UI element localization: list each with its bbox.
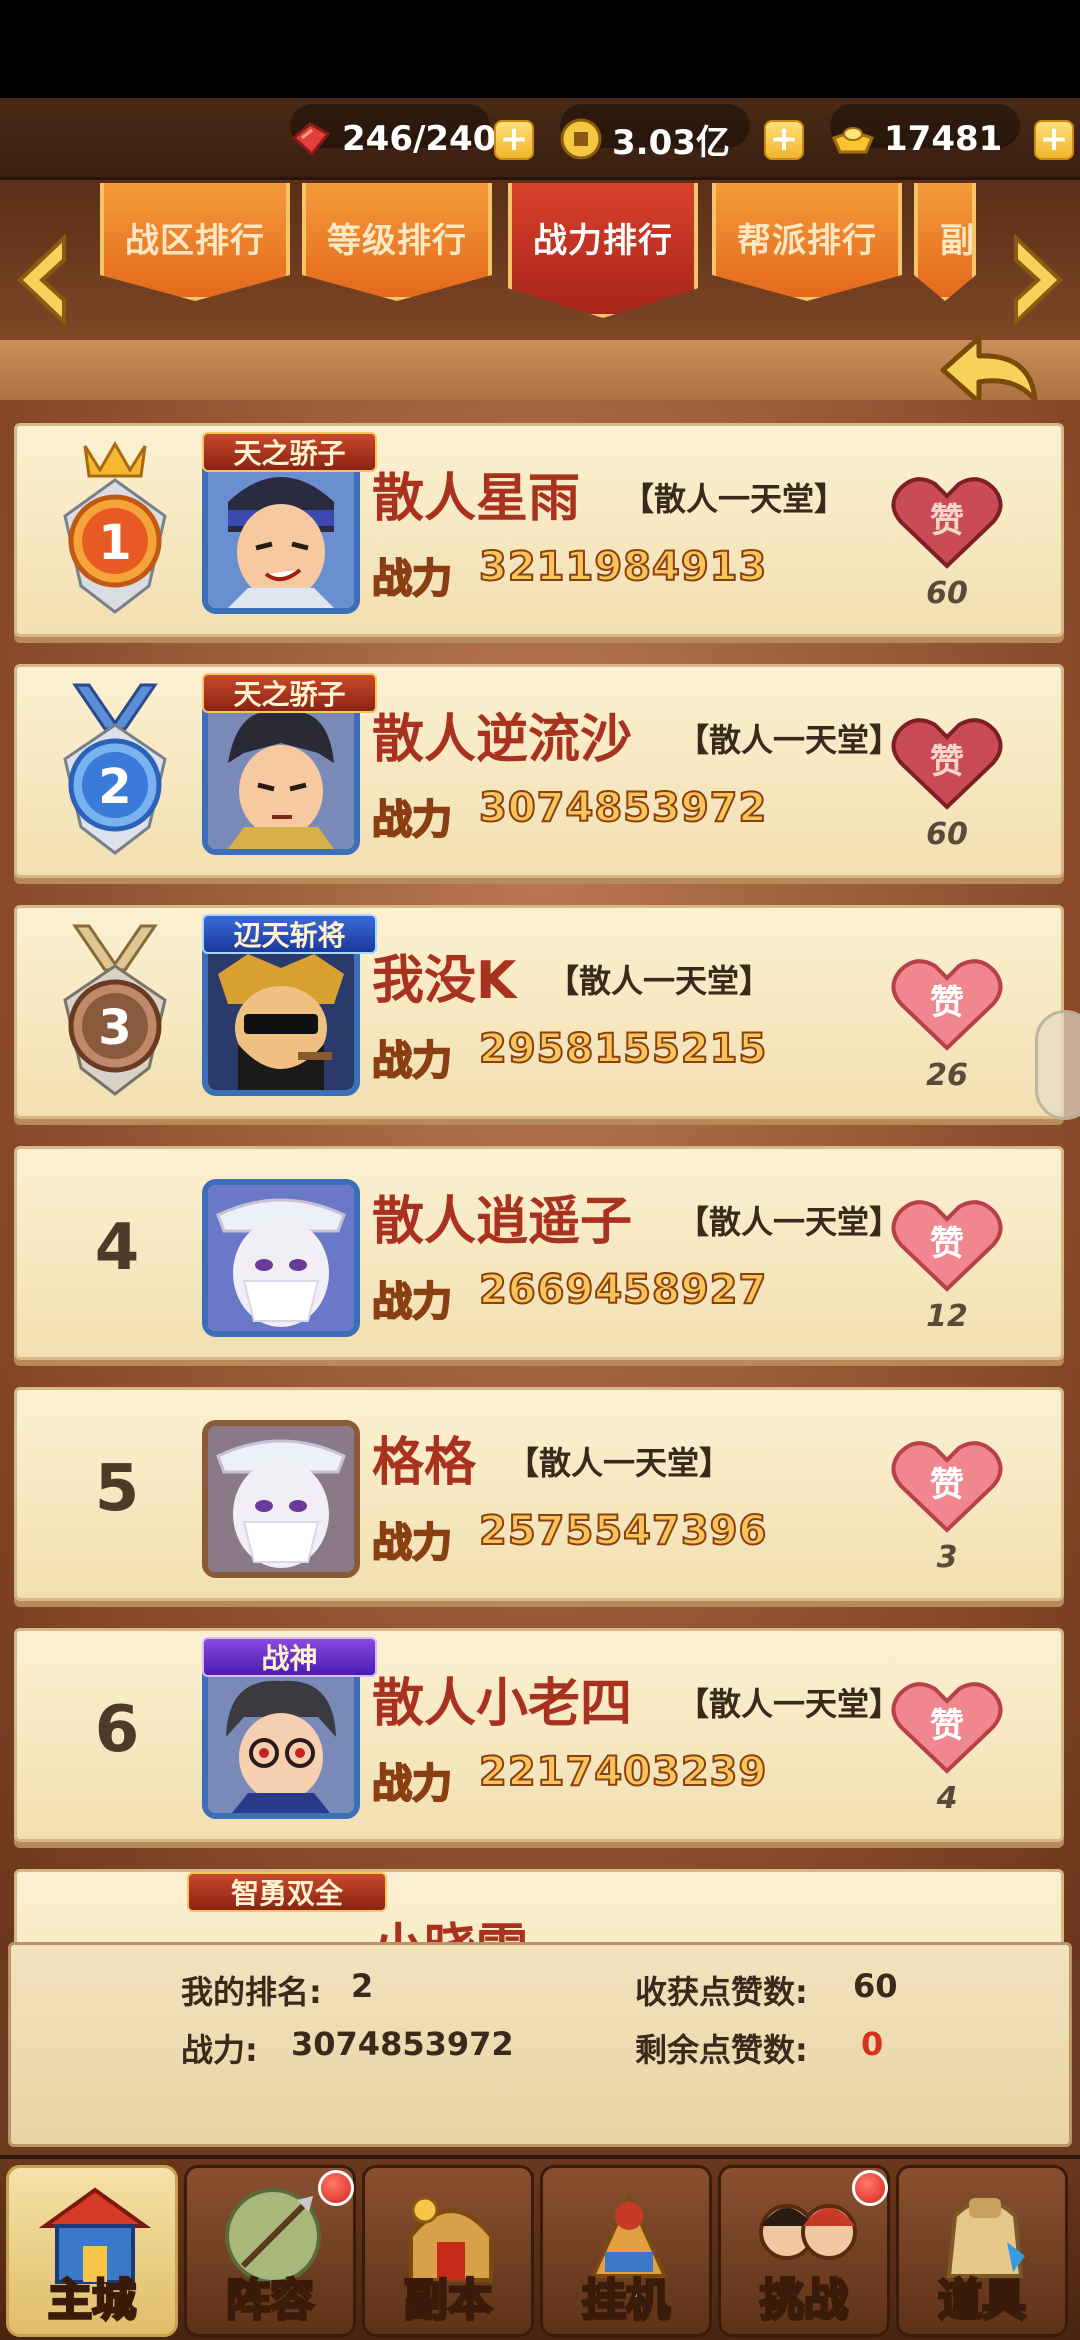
- my-ranking-panel: 我的排名: 2 战力: 3074853972 收获点赞数: 60 剩余点赞数: …: [8, 1942, 1072, 2147]
- like-heart-icon[interactable]: 赞: [887, 1189, 1007, 1299]
- stamina-icon: [291, 122, 331, 157]
- rank-number: 4: [94, 1211, 140, 1285]
- gold-medal-icon: 1: [63, 440, 167, 614]
- guild-name: 【散人一天堂】: [622, 480, 847, 518]
- add-gold-button[interactable]: +: [1034, 120, 1074, 160]
- stamina-value: 246/240: [342, 119, 497, 159]
- my-power-value: 3074853972: [291, 2025, 514, 2063]
- svg-text:1: 1: [98, 515, 131, 571]
- player-name: 散人逆流沙: [372, 710, 633, 770]
- svg-text:赞: 赞: [930, 742, 964, 782]
- title-badge: 辺天斩将: [202, 914, 377, 954]
- player-name: 我没K: [372, 951, 517, 1011]
- power-value: 3211984913: [478, 543, 768, 591]
- title-badge: 战神: [202, 1637, 377, 1677]
- received-likes-label: 收获点赞数:: [635, 1973, 808, 2011]
- remaining-likes-label: 剩余点赞数:: [635, 2031, 808, 2069]
- avatar[interactable]: [202, 1420, 360, 1578]
- nav-dungeon[interactable]: 副本: [362, 2165, 534, 2337]
- power-label: 战力: [371, 1278, 453, 1326]
- guild-name: 【散人一天堂】: [677, 1203, 902, 1241]
- coin-value: 3.03亿: [612, 122, 730, 163]
- power-label: 战力: [371, 796, 453, 844]
- like-count: 12: [926, 1299, 968, 1334]
- prev-tab-arrow-icon[interactable]: [8, 230, 78, 330]
- ranking-row: 3 辺天斩将 我没K 【散人一天堂】 战力 2958155215 赞 26: [14, 905, 1064, 1119]
- like-count: 26: [926, 1058, 968, 1093]
- like-count: 4: [936, 1781, 958, 1816]
- remaining-likes-value: 0: [861, 2025, 884, 2063]
- like-count: 60: [926, 576, 968, 611]
- avatar[interactable]: [202, 1179, 360, 1337]
- avatar[interactable]: [202, 1661, 360, 1819]
- status-bar: [0, 0, 1080, 98]
- nav-idle[interactable]: 挂机: [540, 2165, 712, 2337]
- rank-number: 5: [94, 1452, 140, 1526]
- power-value: 2575547396: [478, 1507, 768, 1555]
- svg-text:赞: 赞: [930, 501, 964, 541]
- ranking-row: 1 天之骄子 散人星雨 【散人一天堂】 战力 3211984913 赞 60: [14, 423, 1064, 637]
- player-name: 散人小老四: [372, 1674, 633, 1734]
- gold-value: 17481: [884, 119, 1003, 159]
- formation-badge: [318, 2170, 354, 2206]
- power-label: 战力: [371, 555, 453, 603]
- guild-name: 【散人一天堂】: [677, 721, 902, 759]
- svg-text:3: 3: [98, 1000, 131, 1056]
- add-stamina-button[interactable]: +: [494, 120, 534, 160]
- like-heart-icon[interactable]: 赞: [887, 1430, 1007, 1540]
- player-name: 格格: [372, 1433, 477, 1493]
- nav-main-city[interactable]: 主城: [6, 2165, 178, 2337]
- like-heart-icon[interactable]: 赞: [887, 1671, 1007, 1781]
- like-heart-icon[interactable]: 赞: [887, 948, 1007, 1058]
- avatar[interactable]: [202, 456, 360, 614]
- power-value: 2669458927: [478, 1266, 768, 1314]
- challenge-badge: [852, 2170, 888, 2206]
- like-count: 60: [926, 817, 968, 852]
- my-rank-value: 2: [351, 1967, 374, 2005]
- gold-ingot-icon: [832, 127, 874, 154]
- svg-text:赞: 赞: [930, 983, 964, 1023]
- guild-name: 【散人一天堂】: [507, 1444, 732, 1482]
- svg-text:赞: 赞: [930, 1706, 964, 1746]
- side-scroll-handle[interactable]: [1035, 1010, 1080, 1120]
- guild-name: 【散人一天堂】: [547, 962, 772, 1000]
- my-rank-label: 我的排名:: [181, 1973, 322, 2011]
- power-label: 战力: [371, 1519, 453, 1567]
- player-name: 散人星雨: [372, 469, 581, 529]
- player-name: 散人逍遥子: [372, 1192, 633, 1252]
- like-heart-icon[interactable]: 赞: [887, 466, 1007, 576]
- ranking-row: 4 散人逍遥子 【散人一天堂】 战力 2669458927 赞 12: [14, 1146, 1064, 1360]
- coin-icon: [560, 118, 602, 160]
- power-label: 战力: [371, 1760, 453, 1808]
- power-value: 2958155215: [478, 1025, 768, 1073]
- bronze-medal-icon: 3: [63, 924, 167, 1096]
- received-likes-value: 60: [853, 1967, 898, 2005]
- add-coins-button[interactable]: +: [764, 120, 804, 160]
- next-tab-arrow-icon[interactable]: [1002, 230, 1072, 330]
- ranking-row: 5 格格 【散人一天堂】 战力 2575547396 赞 3: [14, 1387, 1064, 1601]
- ranking-row: 2 天之骄子 散人逆流沙 【散人一天堂】 战力 3074853972 赞 60: [14, 664, 1064, 878]
- rank-number: 6: [94, 1693, 140, 1767]
- title-badge: 天之骄子: [202, 673, 377, 713]
- resource-bar: 246/240 + 3.03亿 + 17481 +: [0, 98, 1080, 180]
- guild-name: 【散人一天堂】: [677, 1685, 902, 1723]
- svg-text:赞: 赞: [930, 1224, 964, 1264]
- svg-text:2: 2: [98, 759, 131, 815]
- avatar[interactable]: [202, 938, 360, 1096]
- like-heart-icon[interactable]: 赞: [887, 707, 1007, 817]
- title-badge: 天之骄子: [202, 432, 377, 472]
- silver-medal-icon: 2: [63, 683, 167, 855]
- like-count: 3: [936, 1540, 958, 1575]
- title-badge: 智勇双全: [187, 1872, 387, 1912]
- avatar[interactable]: [202, 697, 360, 855]
- power-label: 战力: [371, 1037, 453, 1085]
- svg-text:赞: 赞: [930, 1465, 964, 1505]
- power-value: 2217403239: [478, 1748, 768, 1796]
- nav-items[interactable]: 道具: [896, 2165, 1068, 2337]
- power-value: 3074853972: [478, 784, 768, 832]
- my-power-label: 战力:: [181, 2031, 258, 2069]
- ranking-row: 6 战神 散人小老四 【散人一天堂】 战力 2217403239 赞 4: [14, 1628, 1064, 1842]
